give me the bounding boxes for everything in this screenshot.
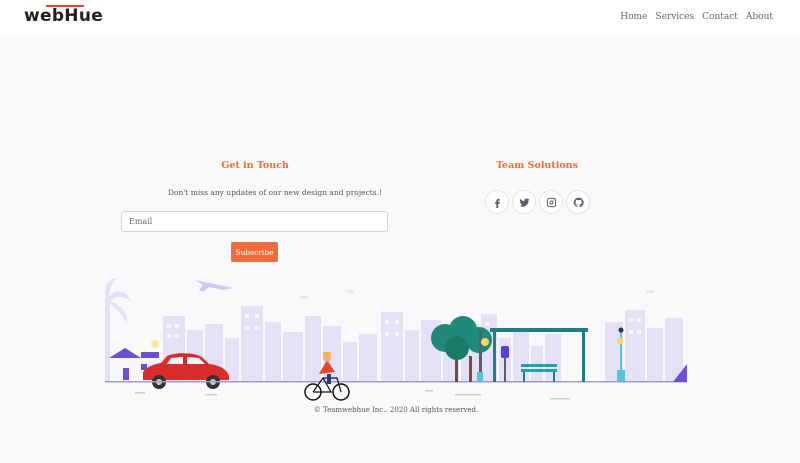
clouds [299, 290, 655, 299]
newsletter-subtext: Don't miss any updates of our new design… [167, 188, 383, 197]
email-input[interactable] [121, 211, 388, 232]
instagram-icon [546, 197, 556, 207]
logo[interactable]: webHue [24, 6, 103, 26]
nav-link-home[interactable]: Home [620, 12, 647, 22]
facebook-icon [494, 198, 500, 208]
github-icon [573, 197, 584, 207]
ground [105, 381, 687, 383]
nav-links: Home Services Contact About [620, 12, 773, 22]
facebook-button[interactable] [485, 190, 509, 214]
city-illustration [105, 278, 687, 401]
subscribe-button[interactable]: Subscribe [231, 242, 278, 262]
building-windows [167, 314, 641, 338]
github-button[interactable] [566, 190, 590, 214]
nav-link-about[interactable]: About [746, 12, 773, 22]
team-solutions-heading: Team Solutions [496, 160, 578, 171]
city-skyline [163, 306, 683, 382]
twitter-button[interactable] [512, 190, 536, 214]
road-marks [135, 390, 570, 400]
navbar: webHue Home Services Contact About [0, 0, 800, 35]
nav-link-services[interactable]: Services [655, 12, 694, 22]
get-in-touch-heading: Get in Touch [221, 160, 289, 171]
instagram-button[interactable] [539, 190, 563, 214]
logo-accent [46, 5, 84, 7]
twitter-icon [518, 198, 530, 207]
copyright-text: © Teamwebhue Inc.. 2020 All rights reser… [313, 406, 479, 414]
airplane [195, 280, 233, 292]
nav-link-contact[interactable]: Contact [702, 12, 738, 22]
